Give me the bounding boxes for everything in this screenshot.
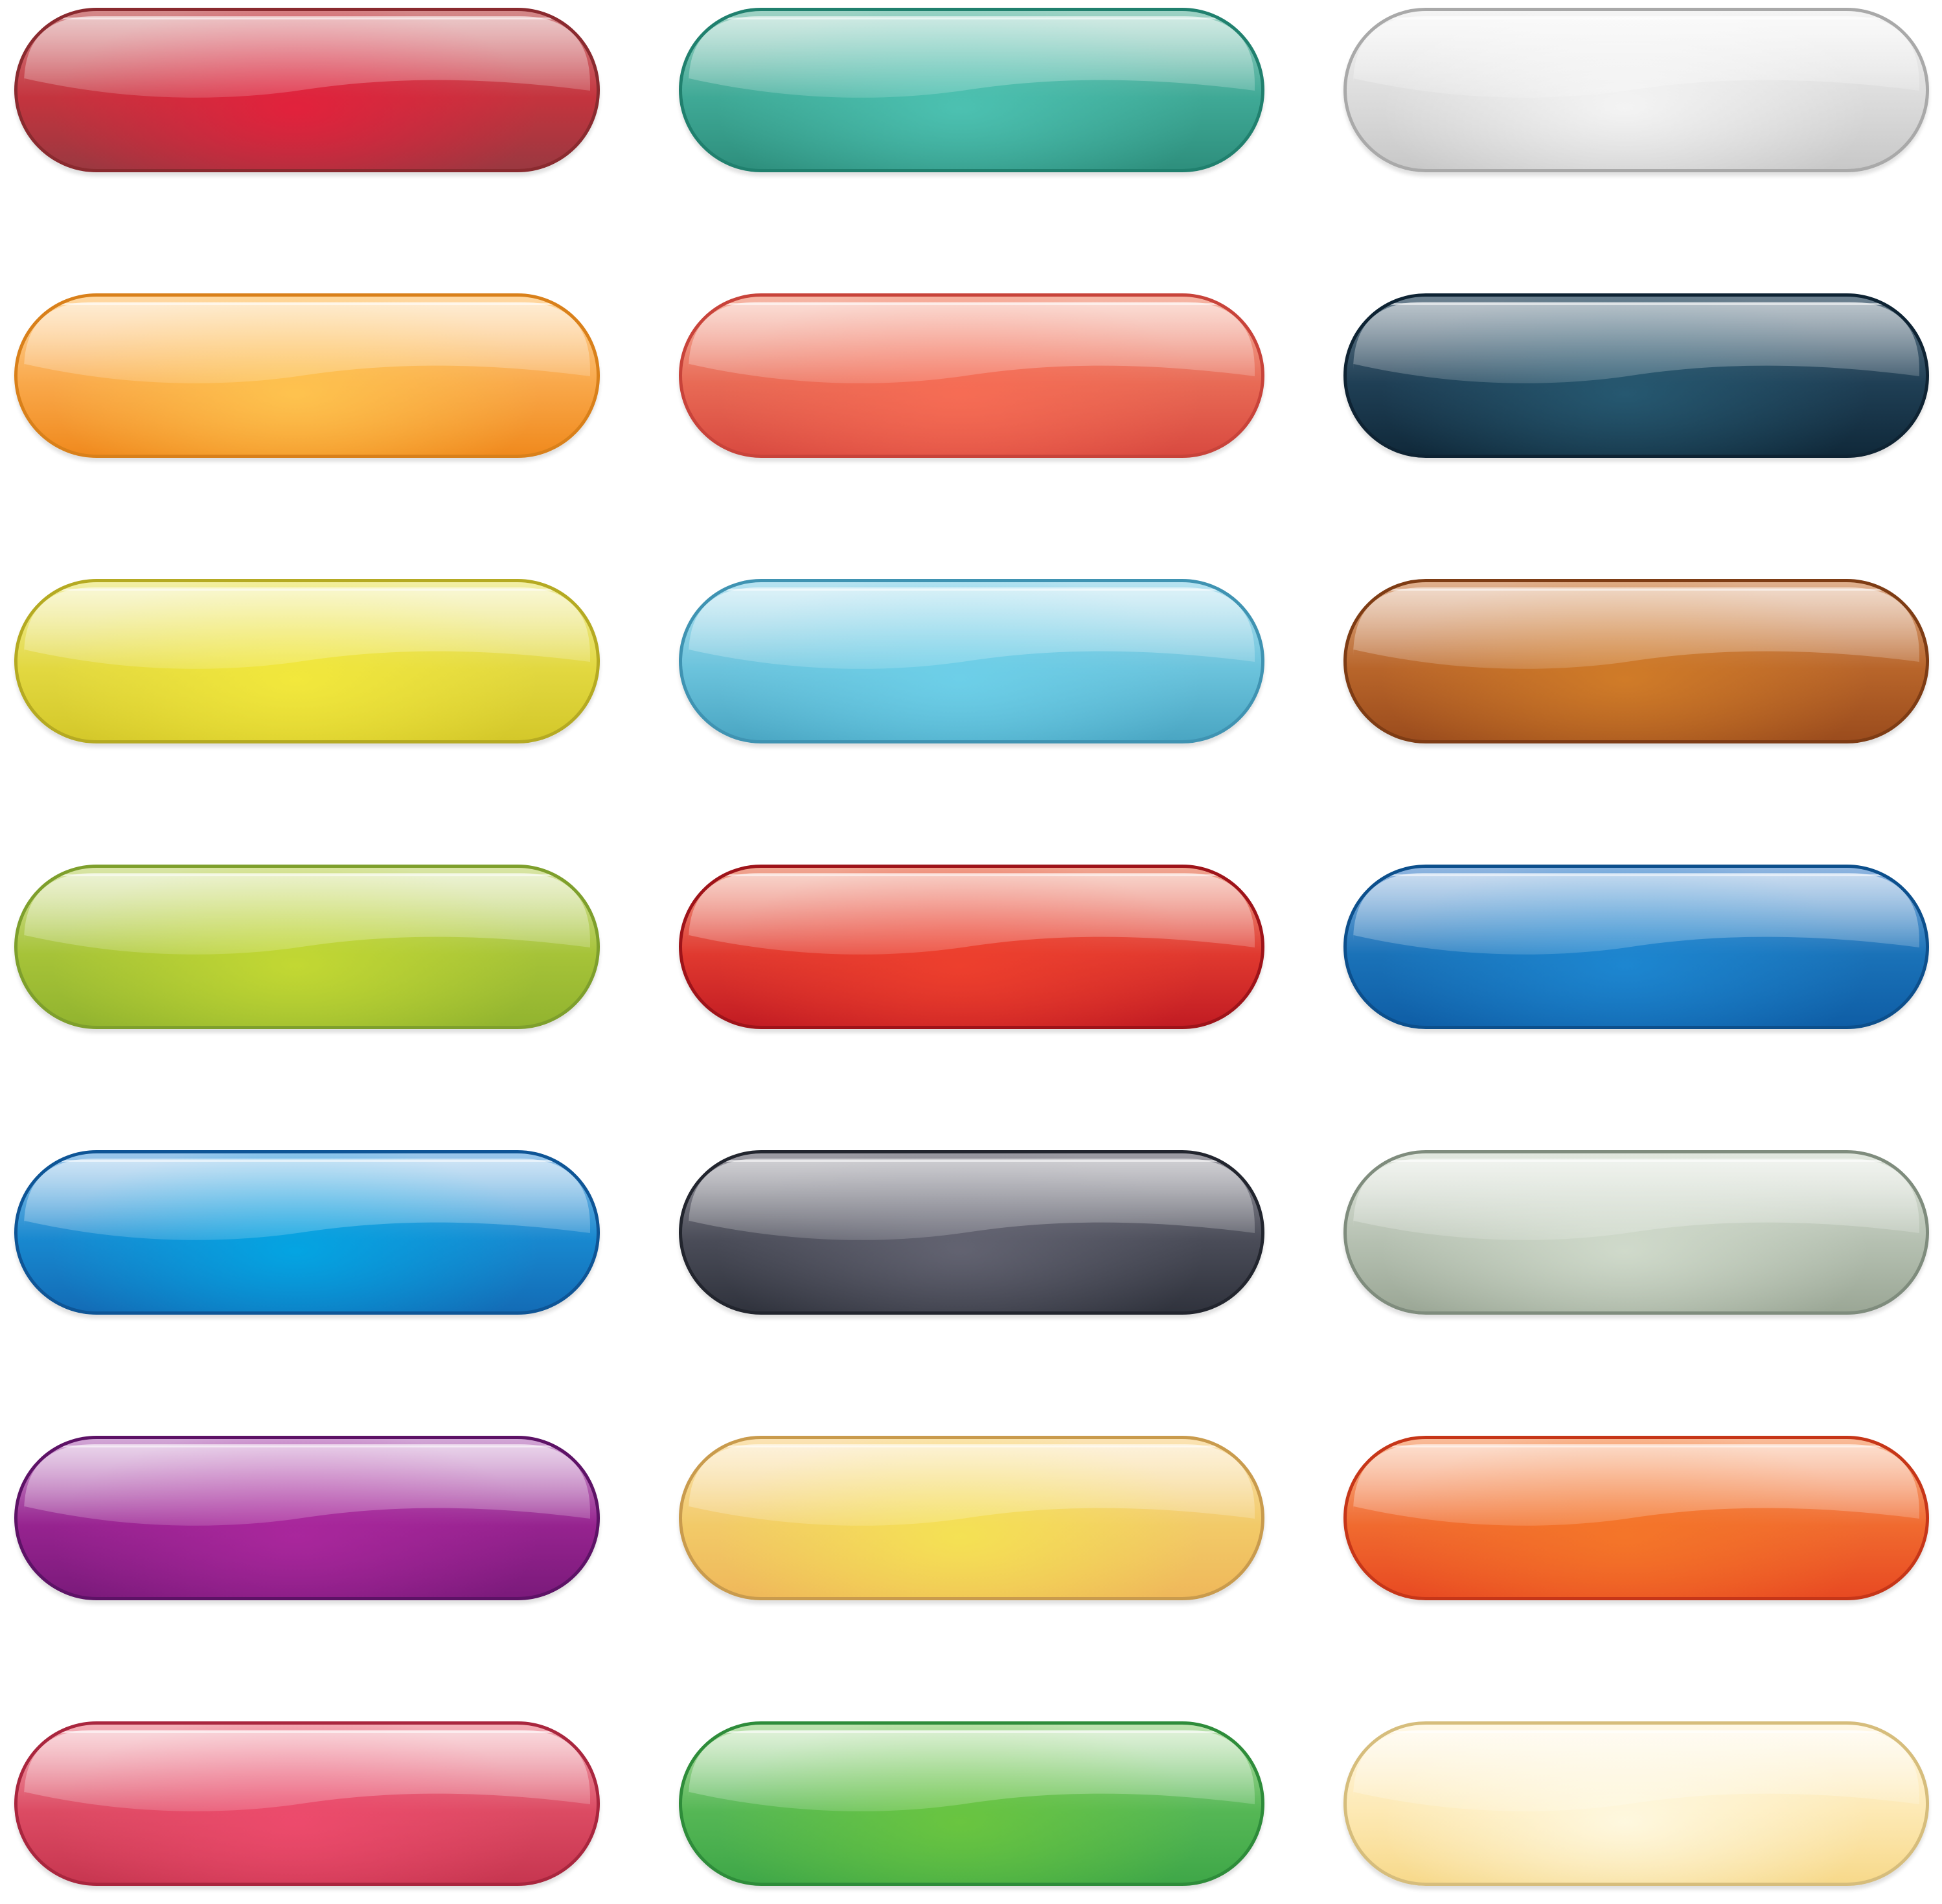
gloss-rim <box>691 1160 1252 1188</box>
brown-glossy-button[interactable] <box>1343 579 1929 743</box>
orange-glossy-button[interactable] <box>14 293 600 458</box>
red-orange-glossy-button[interactable] <box>1343 1436 1929 1600</box>
dark-navy-glossy-button[interactable] <box>1343 293 1929 458</box>
gloss-rim <box>1356 1731 1917 1759</box>
yellow-glossy-button[interactable] <box>14 579 600 743</box>
red-glossy-button[interactable] <box>14 8 600 172</box>
gloss-rim <box>691 1731 1252 1759</box>
gloss-rim <box>27 589 588 617</box>
sage-glossy-button[interactable] <box>1343 1150 1929 1315</box>
button-grid <box>0 0 1942 1904</box>
sky-blue-glossy-button[interactable] <box>679 579 1264 743</box>
teal-glossy-button[interactable] <box>679 8 1264 172</box>
charcoal-glossy-button[interactable] <box>679 1150 1264 1315</box>
purple-glossy-button[interactable] <box>14 1436 600 1600</box>
gloss-rim <box>691 589 1252 617</box>
azure-glossy-button[interactable] <box>14 1150 600 1315</box>
blue-glossy-button[interactable] <box>1343 865 1929 1029</box>
gloss-rim <box>1356 17 1917 45</box>
gloss-rim <box>1356 1445 1917 1473</box>
gloss-rim <box>1356 589 1917 617</box>
gloss-rim <box>1356 1160 1917 1188</box>
rose-glossy-button[interactable] <box>14 1721 600 1886</box>
gloss-rim <box>27 1731 588 1759</box>
gloss-rim <box>27 1160 588 1188</box>
gloss-rim <box>1356 303 1917 331</box>
lime-glossy-button[interactable] <box>14 865 600 1029</box>
green-glossy-button[interactable] <box>679 1721 1264 1886</box>
gloss-rim <box>691 874 1252 902</box>
gloss-rim <box>691 303 1252 331</box>
gloss-rim <box>27 17 588 45</box>
bright-red-glossy-button[interactable] <box>679 865 1264 1029</box>
gloss-rim <box>27 874 588 902</box>
coral-glossy-button[interactable] <box>679 293 1264 458</box>
gloss-rim <box>691 1445 1252 1473</box>
silver-glossy-button[interactable] <box>1343 8 1929 172</box>
gloss-rim <box>1356 874 1917 902</box>
gloss-rim <box>691 17 1252 45</box>
gloss-rim <box>27 1445 588 1473</box>
gloss-rim <box>27 303 588 331</box>
gold-glossy-button[interactable] <box>679 1436 1264 1600</box>
cream-glossy-button[interactable] <box>1343 1721 1929 1886</box>
